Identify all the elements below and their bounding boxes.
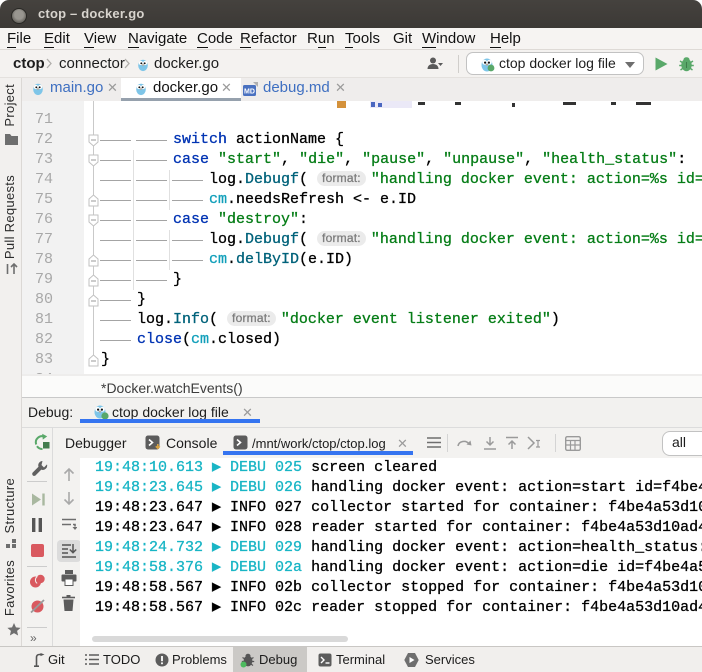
svg-text:MD: MD [244,89,255,96]
